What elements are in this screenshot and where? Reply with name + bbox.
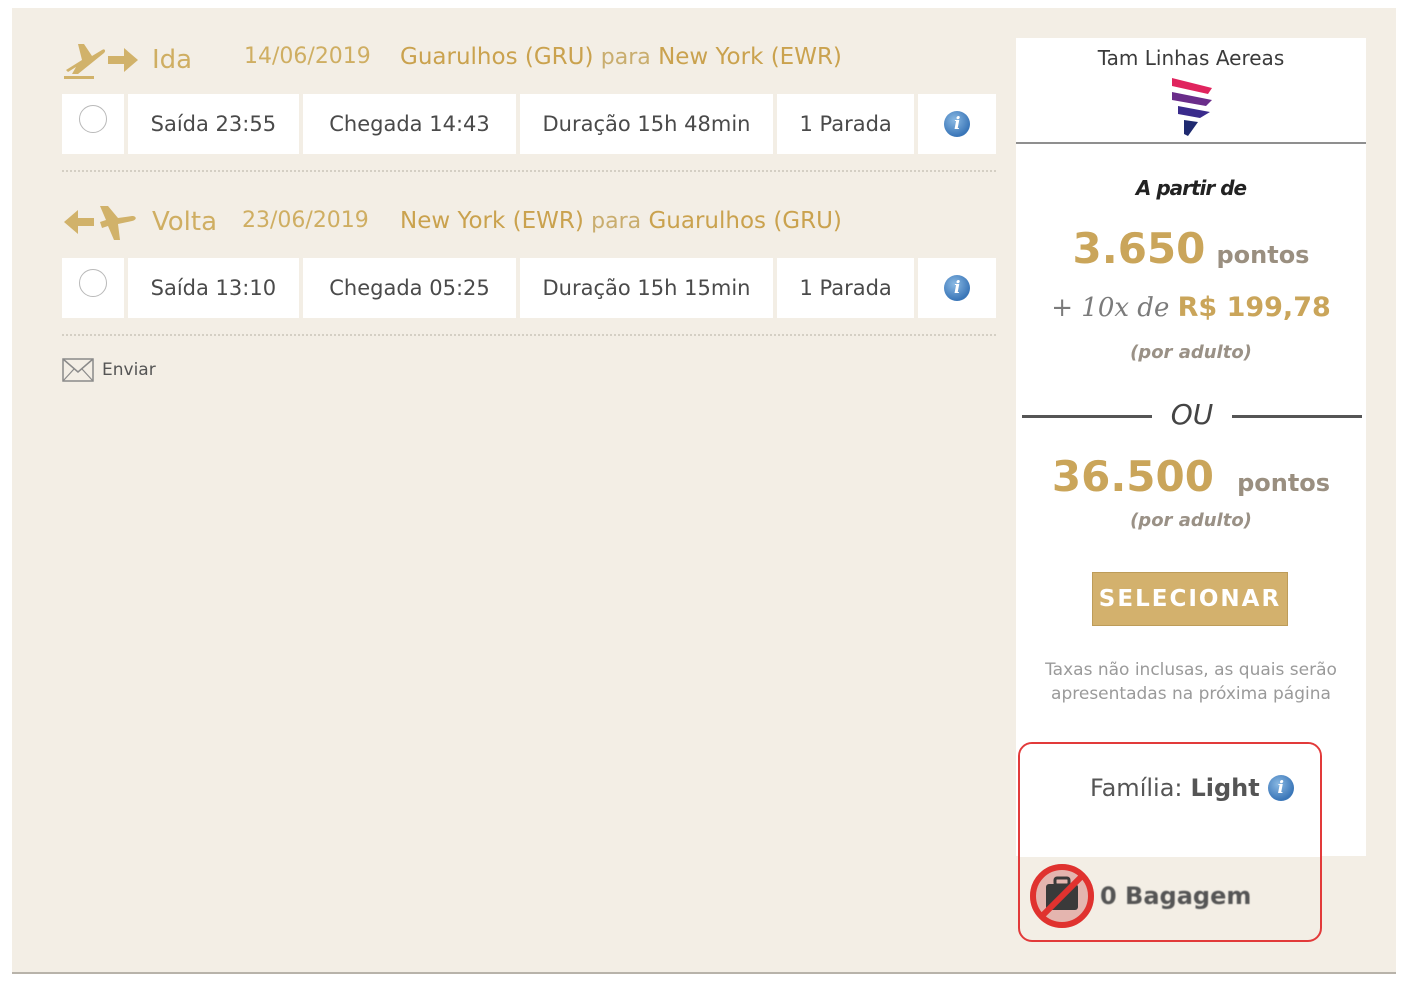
inbound-select-radio[interactable] — [78, 269, 107, 297]
inbound-departure: Saída 13:10 — [127, 258, 299, 318]
fare-family: Família: Light i — [1090, 774, 1294, 802]
outbound-connector: para — [600, 45, 651, 70]
no-baggage-icon — [1030, 864, 1094, 928]
fare-family-box: Família: Light i 0 Bagagem — [1018, 742, 1322, 942]
outbound-info-cell: i — [918, 94, 996, 154]
airline-logo-icon — [1172, 78, 1212, 136]
option1-points-unit: pontos — [1216, 241, 1310, 269]
separator-line — [1232, 415, 1362, 418]
inbound-header: Volta — [62, 200, 217, 244]
flight-results-container: Ida 14/06/2019 Guarulhos (GRU) para New … — [12, 8, 1396, 974]
points-price-option1: 3.650 pontos — [1016, 224, 1366, 273]
send-link[interactable]: Enviar — [62, 358, 156, 382]
inbound-info-cell: i — [918, 258, 996, 318]
installment-prefix: + 10x de — [1051, 293, 1170, 323]
airline-name: Tam Linhas Aereas — [1097, 46, 1285, 70]
fare-family-value: Light — [1190, 774, 1260, 802]
airplane-takeoff-icon — [64, 44, 106, 79]
outbound-destination: New York (EWR) — [658, 44, 842, 70]
taxes-note-line: apresentadas na próxima página — [1051, 684, 1331, 704]
option2-points-unit: pontos — [1237, 469, 1331, 497]
outbound-flight-row[interactable]: Saída 23:55 Chegada 14:43 Duração 15h 48… — [62, 94, 996, 154]
fare-family-label: Família: — [1090, 774, 1183, 802]
or-separator: OU — [1022, 398, 1362, 434]
outbound-route: Guarulhos (GRU) para New York (EWR) — [400, 44, 842, 70]
inbound-date: 23/06/2019 — [242, 208, 369, 233]
points-price-option2: 36.500 pontos — [1016, 452, 1366, 501]
inbound-icons — [62, 202, 152, 242]
outbound-arrival: Chegada 14:43 — [302, 94, 517, 154]
option1-points: 3.650 — [1072, 224, 1206, 273]
outbound-radio-cell — [62, 94, 124, 154]
taxes-note-line: Taxas não inclusas, as quais serão — [1045, 660, 1337, 680]
baggage-allowance: 0 Bagagem — [1026, 860, 1251, 932]
inbound-stops: 1 Parada — [776, 258, 915, 318]
inbound-arrival: Chegada 05:25 — [302, 258, 517, 318]
info-icon[interactable]: i — [944, 275, 971, 301]
inbound-route: New York (EWR) para Guarulhos (GRU) — [400, 208, 842, 234]
baggage-label: 0 Bagagem — [1100, 882, 1252, 910]
panel-divider — [1016, 142, 1366, 144]
outbound-origin: Guarulhos (GRU) — [400, 44, 594, 70]
inbound-connector: para — [591, 209, 642, 234]
divider — [62, 334, 996, 336]
select-button[interactable]: SELECIONAR — [1092, 572, 1288, 626]
from-label: A partir de — [1135, 176, 1247, 200]
outbound-header: Ida — [62, 38, 192, 82]
fare-panel: Tam Linhas Aereas A partir de 3.650 pont… — [1016, 38, 1366, 856]
info-icon[interactable]: i — [944, 111, 971, 137]
per-adult-label: (por adulto) — [1130, 342, 1252, 363]
installment-amount: R$ 199,78 — [1177, 292, 1331, 323]
per-adult-label: (por adulto) — [1130, 510, 1252, 531]
outbound-duration: Duração 15h 48min — [520, 94, 773, 154]
info-icon[interactable]: i — [1267, 775, 1294, 801]
inbound-origin: New York (EWR) — [400, 208, 584, 234]
outbound-date: 14/06/2019 — [244, 44, 371, 69]
send-label: Enviar — [102, 360, 156, 380]
inbound-flight-row[interactable]: Saída 13:10 Chegada 05:25 Duração 15h 15… — [62, 258, 996, 318]
installment-line: + 10x de R$ 199,78 — [1016, 292, 1366, 323]
inbound-duration: Duração 15h 15min — [520, 258, 773, 318]
outbound-stops: 1 Parada — [776, 94, 915, 154]
arrow-left-icon — [64, 210, 94, 234]
arrow-right-icon — [108, 48, 138, 72]
option2-points: 36.500 — [1051, 452, 1214, 501]
taxes-note: Taxas não inclusas, as quais serão apres… — [1016, 658, 1366, 706]
outbound-type-label: Ida — [152, 45, 193, 75]
envelope-icon — [62, 358, 94, 382]
inbound-radio-cell — [62, 258, 124, 318]
inbound-type-label: Volta — [152, 207, 218, 237]
outbound-select-radio[interactable] — [78, 105, 107, 133]
outbound-departure: Saída 23:55 — [127, 94, 299, 154]
airplane-landing-icon — [100, 206, 136, 240]
outbound-icons — [62, 40, 152, 80]
divider — [62, 170, 996, 172]
inbound-destination: Guarulhos (GRU) — [648, 208, 842, 234]
